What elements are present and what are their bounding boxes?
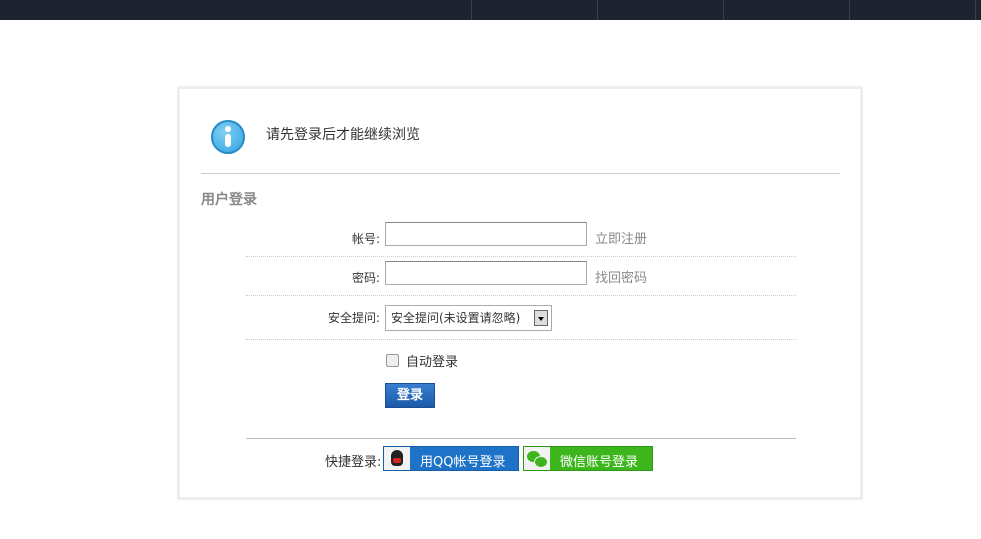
password-label: 密码: [351, 271, 380, 285]
dropdown-arrow-icon[interactable] [534, 310, 548, 326]
qq-login-label: 用QQ帐号登录 [420, 455, 506, 470]
account-label: 帐号: [351, 232, 380, 246]
account-input[interactable] [385, 222, 587, 246]
security-question-label: 安全提问: [327, 311, 380, 325]
nav-separator [975, 0, 976, 20]
wechat-login-label: 微信账号登录 [560, 455, 639, 470]
nav-separator [723, 0, 724, 20]
nav-separator [849, 0, 850, 20]
login-required-message: 请先登录后才能继续浏览 [266, 127, 420, 143]
qq-penguin-icon [384, 447, 410, 470]
auto-login-checkbox[interactable] [386, 354, 399, 367]
qq-login-button[interactable]: 用QQ帐号登录 [383, 446, 519, 471]
quick-login-label: 快捷登录: [325, 455, 382, 470]
login-panel: 请先登录后才能继续浏览 用户登录 帐号: 立即注册 密码: 找回密码 安全提问:… [177, 86, 863, 500]
security-question-select[interactable]: 安全提问(未设置请忽略) [385, 305, 552, 331]
nav-separator [597, 0, 598, 20]
top-nav-bar [0, 0, 981, 20]
forgot-password-link[interactable]: 找回密码 [595, 267, 647, 286]
login-button[interactable]: 登录 [385, 383, 435, 408]
section-title: 用户登录 [201, 192, 257, 208]
selected-option: 安全提问(未设置请忽略) [391, 311, 521, 325]
divider [201, 173, 840, 174]
register-link[interactable]: 立即注册 [595, 228, 647, 247]
info-icon [211, 120, 245, 154]
password-input[interactable] [385, 261, 587, 285]
nav-separator [471, 0, 472, 20]
divider [246, 438, 796, 439]
auto-login-label[interactable]: 自动登录 [406, 351, 458, 370]
wechat-icon [524, 447, 550, 470]
wechat-login-button[interactable]: 微信账号登录 [523, 446, 653, 471]
